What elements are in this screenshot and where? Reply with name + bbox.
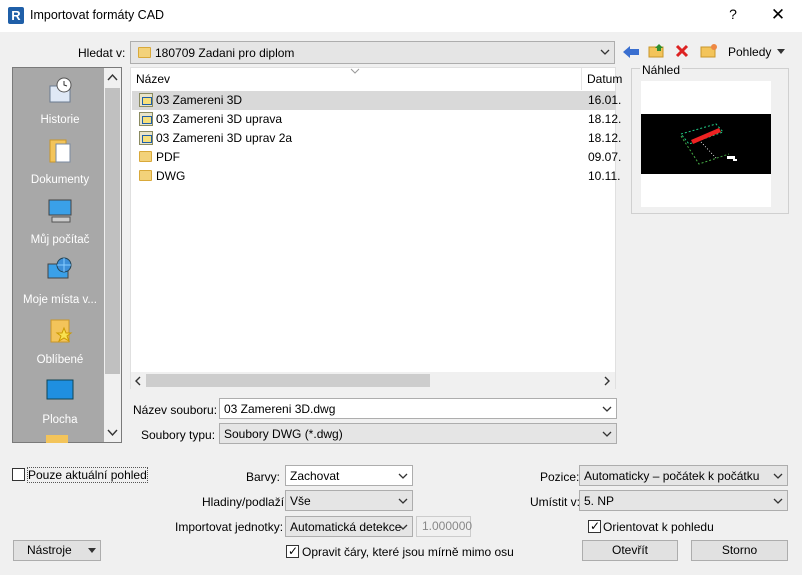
current-view-only-label[interactable]: Pouze aktuální pohled: [27, 467, 148, 483]
desktop-icon: [46, 379, 74, 400]
revit-app-icon: R: [8, 7, 24, 24]
places-scroll-thumb[interactable]: [105, 88, 120, 374]
colors-select[interactable]: Zachovat: [285, 465, 413, 486]
preview-label: Náhled: [640, 63, 683, 77]
column-divider[interactable]: [581, 68, 582, 90]
position-label: Pozice:: [540, 470, 580, 484]
window-title: Importovat formáty CAD: [30, 8, 165, 22]
file-list-hscrollbar[interactable]: [131, 372, 615, 389]
chevron-down-icon: [773, 498, 783, 504]
favorites-icon: [50, 319, 73, 343]
cad-preview-image: [641, 114, 771, 174]
dwg-file-icon: [139, 93, 153, 107]
history-icon: [49, 77, 72, 103]
scroll-down-icon[interactable]: [107, 429, 118, 437]
chevron-down-icon: [600, 49, 610, 55]
filetype-label: Soubory typu:: [141, 428, 216, 442]
position-select[interactable]: Automaticky – počátek k počátku: [579, 465, 788, 486]
place-network[interactable]: Moje místa v...: [13, 256, 107, 316]
folder-icon: [139, 170, 152, 181]
chevron-down-icon: [398, 473, 408, 479]
place-documents[interactable]: Dokumenty: [13, 136, 107, 196]
folder-icon: [139, 151, 152, 162]
folder-row[interactable]: PDF 09.07.: [132, 148, 621, 167]
chevron-down-icon: [602, 431, 612, 437]
tools-dropdown-icon: [88, 548, 96, 553]
folder-row[interactable]: DWG 10.11.: [132, 167, 620, 186]
lookin-value: 180709 Zadani pro diplom: [155, 46, 295, 60]
help-button[interactable]: ?: [722, 6, 744, 26]
chevron-down-icon: [773, 473, 783, 479]
filetype-select[interactable]: Soubory DWG (*.dwg): [219, 423, 617, 444]
file-row[interactable]: 03 Zamereni 3D uprava 18.12.: [132, 110, 621, 129]
scroll-left-icon[interactable]: [134, 376, 142, 386]
close-button[interactable]: ✕: [766, 5, 790, 27]
places-scrollbar[interactable]: [104, 68, 121, 442]
chevron-down-icon[interactable]: [601, 403, 613, 415]
file-list[interactable]: Název Datum 03 Zamereni 3D 16.01. 03 Zam…: [130, 67, 622, 389]
chevron-down-icon: [398, 524, 408, 530]
correct-lines-label[interactable]: Opravit čáry, které jsou mírně mimo osu: [302, 545, 514, 559]
views-menu[interactable]: Pohledy: [728, 45, 771, 59]
hscroll-thumb[interactable]: [146, 374, 430, 387]
units-select[interactable]: Automatická detekce: [285, 516, 413, 537]
folder-icon: [138, 47, 151, 58]
orient-to-view-checkbox[interactable]: [588, 519, 601, 533]
file-row[interactable]: 03 Zamereni 3D 16.01.: [132, 91, 621, 110]
back-arrow-icon[interactable]: [622, 45, 640, 59]
units-label: Importovat jednotky:: [175, 520, 284, 534]
place-desktop[interactable]: Plocha: [13, 376, 107, 436]
dwg-file-icon: [139, 112, 153, 126]
place-at-select[interactable]: 5. NP: [579, 490, 788, 511]
chevron-down-icon: [398, 498, 408, 504]
more-places-icon: [46, 435, 68, 443]
colors-label: Barvy:: [246, 470, 281, 484]
open-button[interactable]: Otevřít: [582, 540, 678, 561]
up-folder-icon[interactable]: [648, 43, 666, 59]
layers-select[interactable]: Vše: [285, 490, 413, 511]
cancel-button[interactable]: Storno: [691, 540, 788, 561]
place-computer[interactable]: Můj počítač: [13, 196, 107, 256]
preview-panel: Náhled: [631, 63, 789, 214]
views-dropdown-icon[interactable]: [776, 48, 786, 56]
layers-label: Hladiny/podlaží:: [202, 495, 288, 509]
documents-icon: [49, 139, 71, 163]
dwg-file-icon: [139, 131, 153, 145]
new-folder-icon[interactable]: [700, 43, 718, 59]
delete-icon[interactable]: [675, 44, 689, 58]
place-history[interactable]: Historie: [13, 76, 107, 136]
orient-to-view-label[interactable]: Orientovat k pohledu: [603, 520, 714, 534]
correct-lines-checkbox[interactable]: [286, 544, 299, 558]
sort-indicator-icon: [350, 68, 360, 74]
computer-icon: [48, 199, 72, 223]
place-at-label: Umístit v:: [530, 495, 580, 509]
scroll-up-icon[interactable]: [107, 73, 118, 81]
filename-input[interactable]: 03 Zamereni 3D.dwg: [219, 398, 617, 419]
file-row[interactable]: 03 Zamereni 3D uprav 2a 18.12.: [132, 129, 621, 148]
lookin-combo[interactable]: 180709 Zadani pro diplom: [130, 41, 615, 64]
units-factor-input: 1.000000: [416, 516, 472, 537]
tools-button[interactable]: Nástroje: [13, 540, 101, 561]
scroll-right-icon[interactable]: [603, 376, 611, 386]
network-icon: [47, 257, 72, 279]
current-view-only-checkbox[interactable]: [12, 468, 25, 481]
title-bar: R Importovat formáty CAD ? ✕: [0, 0, 802, 32]
lookin-label: Hledat v:: [78, 46, 126, 60]
place-favorites[interactable]: Oblíbené: [13, 316, 107, 376]
filename-label: Název souboru:: [133, 403, 218, 417]
preview-frame: [641, 81, 771, 207]
